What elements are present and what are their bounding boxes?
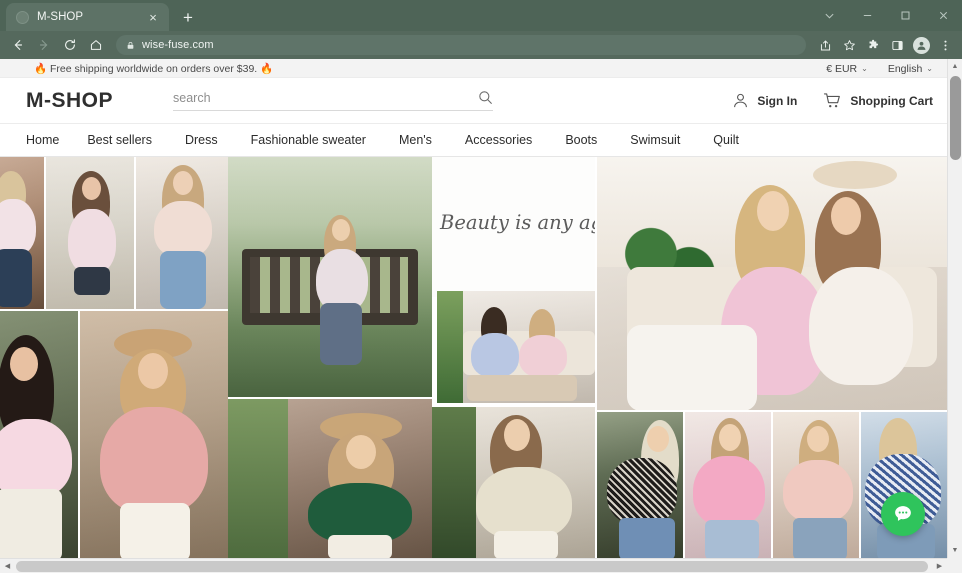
sign-in-button[interactable]: Sign In [732,92,797,109]
maximize-icon[interactable] [886,0,924,31]
collage-tile-model-green-blouse-hat[interactable] [228,399,432,558]
nav-item-best-sellers[interactable]: Best sellers [87,133,185,147]
page-viewport: 🔥 Free shipping worldwide on orders over… [0,59,962,573]
minimize-icon[interactable] [848,0,886,31]
new-tab-button[interactable]: + [175,4,201,30]
close-icon[interactable]: × [145,9,161,25]
scrollbar-corner [947,558,962,573]
promo-options: € EUR ⌄ English ⌄ [826,59,933,78]
collage-bottom-row [597,412,947,558]
collage-tile-model-blush-floral[interactable] [773,412,859,558]
reload-icon[interactable] [58,33,82,57]
main-navigation: Home Best sellers Dress Fashionable swea… [0,124,947,157]
chevron-down-icon: ⌄ [861,64,868,73]
shopping-cart-button[interactable]: Shopping Cart [823,92,933,109]
header-actions: Sign In Shopping Cart [732,92,933,109]
chat-bubble-button[interactable] [881,492,925,536]
scroll-left-button[interactable]: ◀ [0,559,15,573]
web-page: 🔥 Free shipping worldwide on orders over… [0,59,947,558]
promo-message: Free shipping worldwide on orders over $… [50,62,258,75]
collage-tile-model-on-bench[interactable] [228,157,432,397]
scroll-right-button[interactable]: ▶ [932,559,947,573]
collage-tile-two-women-reading[interactable] [437,291,595,403]
close-window-icon[interactable] [924,0,962,31]
search-icon[interactable] [478,90,493,105]
nav-item-accessories[interactable]: Accessories [465,133,565,147]
browser-window: M-SHOP × + wise-fuse.com 🔥 Free shipping… [0,0,962,573]
chat-bubble-icon [895,506,911,521]
collage-tile-model-hat-pink-top[interactable] [80,311,228,558]
vertical-scroll-thumb[interactable] [950,76,961,160]
three-dot-menu-icon[interactable] [934,33,956,57]
language-label: English [887,62,923,75]
flame-icon-2: 🔥 [260,62,274,75]
site-header: M-SHOP Sign In Shopping Cart [0,78,947,124]
site-logo[interactable]: M-SHOP [26,89,113,113]
collage-tile-model-blue-floral[interactable] [861,412,947,558]
star-icon[interactable] [838,33,860,57]
profile-avatar[interactable] [910,33,932,57]
vertical-scrollbar[interactable]: ▲ ▼ [947,59,962,558]
tab-title: M-SHOP [37,11,83,23]
forward-arrow-icon [32,33,56,57]
hero-collage: Beauty is any age [0,157,947,558]
collage-tile-model-glasses-floral[interactable] [136,157,228,309]
window-controls [810,0,962,31]
share-icon[interactable] [814,33,836,57]
avatar [912,36,930,54]
cart-label: Shopping Cart [850,93,933,108]
collage-column-1 [0,157,228,558]
horizontal-scrollbar[interactable]: ◀ ▶ [0,558,962,573]
home-icon[interactable] [84,33,108,57]
chevron-down-icon-2: ⌄ [926,64,933,73]
nav-item-home[interactable]: Home [26,133,87,147]
currency-label: € EUR [826,62,858,75]
sign-in-label: Sign In [757,93,798,108]
favicon-icon [16,10,29,24]
address-bar[interactable]: wise-fuse.com [116,35,806,55]
promo-banner: 🔥 Free shipping worldwide on orders over… [0,59,947,78]
search-input[interactable] [173,90,478,105]
nav-item-dress[interactable]: Dress [185,133,251,147]
nav-item-fashionable-sweater[interactable]: Fashionable sweater [251,133,399,147]
tab-strip: M-SHOP × + [0,0,962,31]
nav-item-mens[interactable]: Men's [399,133,465,147]
collage-tile-model-pink-floral-wall[interactable] [685,412,771,558]
browser-toolbar: wise-fuse.com [0,31,962,59]
url-text: wise-fuse.com [142,39,214,51]
slogan-panel: Beauty is any age [432,157,595,297]
language-selector[interactable]: English ⌄ [888,63,933,75]
lock-icon [126,41,135,50]
search-box[interactable] [173,90,493,111]
collage-tile-model-black-floral[interactable] [597,412,683,558]
collage-column-2 [228,157,432,558]
puzzle-icon[interactable] [862,33,884,57]
nav-item-quilt[interactable]: Quilt [713,133,760,147]
nav-item-swimsuit[interactable]: Swimsuit [630,133,713,147]
back-arrow-icon[interactable] [6,33,30,57]
browser-tab[interactable]: M-SHOP × [6,3,169,31]
slogan-text: Beauty is any age [440,211,595,234]
promo-text: 🔥 Free shipping worldwide on orders over… [34,62,273,75]
currency-selector[interactable]: € EUR ⌄ [826,63,868,75]
collage-tile-model-pink-floral-blouse[interactable] [46,157,134,309]
collage-tile-model-denim-porch[interactable] [0,157,44,309]
collage-tile-model-dark-hair-floral[interactable] [0,311,78,558]
flame-icon: 🔥 [34,62,48,75]
scroll-down-button[interactable]: ▼ [948,543,962,558]
collage-tile-model-floral-outdoor[interactable] [432,407,595,558]
collage-tile-hero-two-women-sofa[interactable] [597,157,947,410]
side-panel-icon[interactable] [886,33,908,57]
collage-column-3: Beauty is any age [432,157,595,558]
chevron-down-icon[interactable] [810,0,848,31]
horizontal-scroll-thumb[interactable] [16,561,928,572]
scroll-up-button[interactable]: ▲ [948,59,962,74]
nav-item-boots[interactable]: Boots [565,133,630,147]
person-icon [734,93,748,108]
cart-icon [824,93,841,108]
